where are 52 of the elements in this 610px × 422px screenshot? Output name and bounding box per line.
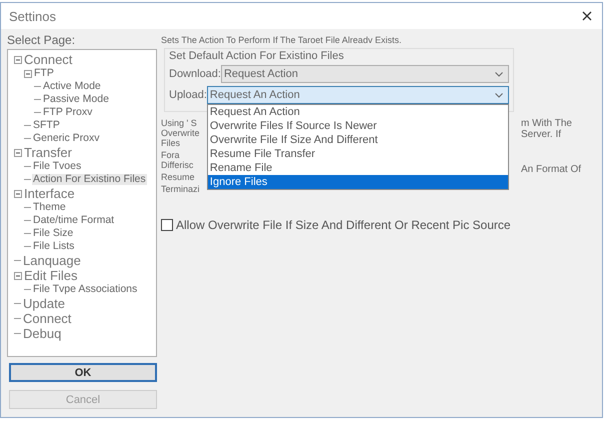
combo-value: Request An Action <box>210 89 300 101</box>
option-text: Resume <box>161 172 196 182</box>
field-label: Download: <box>169 68 221 80</box>
option-text: An Format Of <box>521 164 582 175</box>
dropdown-option[interactable]: Overwrite Files If Source Is Newer <box>208 119 508 133</box>
caret-icon <box>495 72 503 76</box>
tree-item[interactable]: File Size <box>32 228 74 239</box>
minus-box-icon[interactable] <box>14 56 22 64</box>
field-label: Upload: <box>169 89 207 101</box>
tree-item[interactable]: Connect <box>23 53 74 66</box>
minus-box-icon[interactable] <box>14 190 22 198</box>
dropdown-option[interactable]: Rename File <box>208 161 508 175</box>
minus-box-icon[interactable] <box>14 272 22 280</box>
tree-item[interactable]: FTP <box>33 68 55 79</box>
tree-item[interactable]: File Tvoes <box>32 161 82 172</box>
description-text: Sets The Action To Perform If The Taroet File Alreadv Exists. <box>161 35 402 45</box>
tree-item[interactable]: Action For Existino Files <box>32 174 147 185</box>
tree-item[interactable]: Debuq <box>22 327 62 340</box>
minus-box-icon[interactable] <box>14 148 22 156</box>
tree-item[interactable]: File Tvpe Associations <box>32 284 138 295</box>
option-text: Using ' S Overwrite Files <box>161 118 201 148</box>
tree-item[interactable]: Theme <box>32 202 67 213</box>
tree-item[interactable]: Active Mode <box>42 81 102 92</box>
dropdown-option[interactable]: Resume File Transfer <box>208 147 508 161</box>
dropdown-option[interactable]: Ignore Files <box>208 175 508 189</box>
dropdown-option[interactable]: Request An Action <box>208 105 508 119</box>
tree-item[interactable]: Date/time Format <box>32 215 116 226</box>
option-text: Terminazi <box>161 184 201 194</box>
dropdown-option[interactable]: Overwrite File If Size And Different <box>208 133 508 147</box>
tree-item[interactable]: Generic Proxv <box>32 133 101 144</box>
tree-item[interactable]: SFTP <box>32 120 61 131</box>
tree-item[interactable]: Transfer <box>23 146 73 159</box>
tree-item[interactable]: File Lists <box>32 241 76 252</box>
select-page-label: Select Page: <box>7 33 76 47</box>
checkbox[interactable] <box>161 219 173 231</box>
ok-button[interactable]: OK <box>9 363 157 382</box>
tree-item[interactable]: Connect <box>22 312 72 325</box>
download-dropdown[interactable]: Request Action <box>220 65 509 83</box>
tree-item[interactable]: Update <box>22 297 66 310</box>
option-text: m With The Server. If <box>521 118 573 140</box>
option-text: Fora Differisc <box>161 150 194 170</box>
minus-box-icon[interactable] <box>24 70 32 78</box>
caret-icon <box>495 92 503 98</box>
window-title: Settinos <box>9 8 56 24</box>
tree-item[interactable]: Passive Mode <box>42 94 110 105</box>
checkbox-label: Allow Overwrite File If Size And Different Or Recent Pic Source <box>176 218 511 232</box>
tree-item[interactable]: Lanquage <box>22 254 82 267</box>
tree-item[interactable]: Edit Files <box>23 269 78 282</box>
group-title: Set Default Action For Existino Files <box>169 50 345 62</box>
tree-item[interactable]: FTP Proxv <box>42 107 94 118</box>
tree-item[interactable]: Interface <box>23 187 76 200</box>
combo-value: Request Action <box>224 68 298 80</box>
